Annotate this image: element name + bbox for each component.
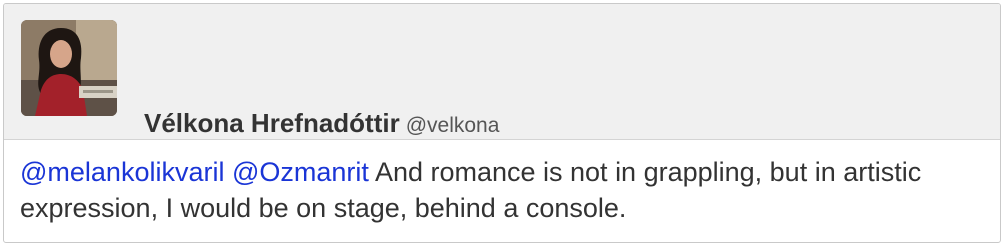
avatar[interactable] [21,20,117,116]
avatar-photo [21,20,117,116]
user-line: Vélkona Hrefnadóttir @velkona [144,108,499,143]
tweet-header: Vélkona Hrefnadóttir @velkona [4,4,1000,140]
tweet-card: Vélkona Hrefnadóttir @velkona @melankolik… [3,3,1001,243]
display-name[interactable]: Vélkona Hrefnadóttir [144,108,400,138]
tweet-text: @melankolikvaril @Ozmanrit And romance i… [20,154,990,226]
mention-link[interactable]: @Ozmanrit [232,157,369,187]
user-handle[interactable]: @velkona [406,114,500,137]
mention-link[interactable]: @melankolikvaril [20,157,224,187]
